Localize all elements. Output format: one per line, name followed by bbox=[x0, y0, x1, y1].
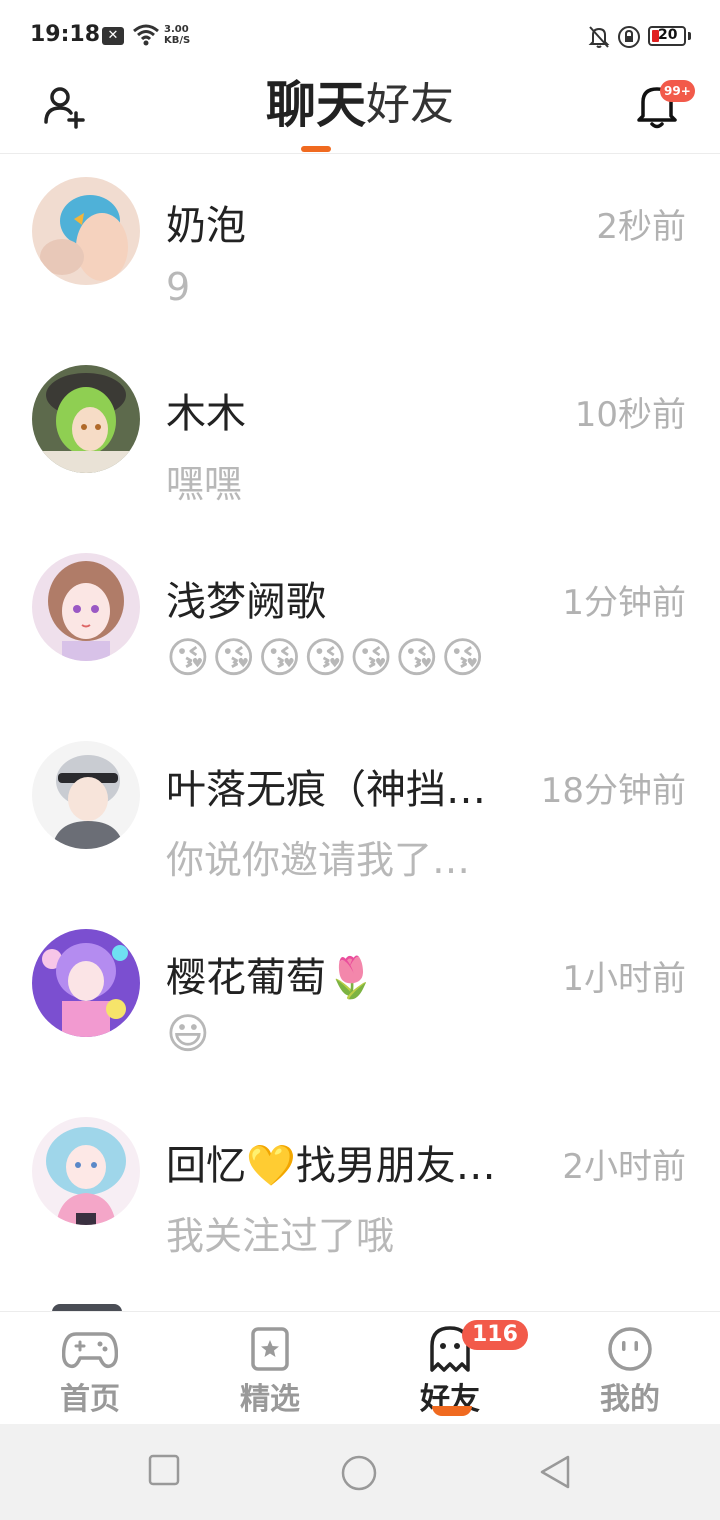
chat-last-message: 😘😘😘😘😘😘😘 bbox=[166, 633, 487, 682]
avatar bbox=[32, 741, 140, 849]
mute-bell-icon bbox=[588, 26, 610, 48]
chat-time: 18分钟前 bbox=[540, 771, 686, 811]
smiley-icon bbox=[608, 1327, 652, 1371]
chat-time: 1分钟前 bbox=[562, 583, 686, 623]
chat-list-item[interactable]: 奶泡 2秒前 9 bbox=[0, 155, 720, 343]
back-triangle-icon[interactable] bbox=[538, 1454, 572, 1490]
rotation-lock-icon bbox=[618, 26, 640, 48]
header-tabs: 聊天 好友 bbox=[0, 72, 720, 154]
wifi-icon bbox=[133, 24, 159, 46]
chat-last-message: 嘿嘿 bbox=[166, 462, 243, 506]
nav-me-label: 我的 bbox=[600, 1382, 660, 1417]
chat-name: 叶落无痕（神挡… bbox=[166, 767, 486, 813]
nav-home-label: 首页 bbox=[60, 1382, 120, 1417]
nav-featured[interactable]: 精选 bbox=[180, 1312, 360, 1425]
network-speed-value: 3.00 bbox=[164, 24, 189, 35]
chat-name: 浅梦阙歌 bbox=[166, 579, 326, 625]
home-circle-icon[interactable] bbox=[340, 1454, 378, 1492]
network-speed: 3.00 KB/S bbox=[164, 24, 190, 46]
status-time: 19:18 bbox=[30, 22, 101, 47]
recent-apps-icon[interactable] bbox=[148, 1454, 180, 1486]
chat-name: 木木 bbox=[166, 391, 246, 437]
chat-last-message: 9 bbox=[166, 265, 191, 309]
bottom-nav: 首页 精选 好友 116 我的 bbox=[0, 1311, 720, 1424]
network-speed-unit: KB/S bbox=[164, 35, 191, 46]
gamepad-icon bbox=[62, 1332, 118, 1369]
chat-list-item[interactable]: 浅梦阙歌 1分钟前 😘😘😘😘😘😘😘 bbox=[0, 531, 720, 719]
friends-unread-badge: 116 bbox=[462, 1320, 528, 1350]
chat-name: 回忆💛找男朋友… bbox=[166, 1143, 496, 1189]
chat-name: 樱花葡萄🌷 bbox=[166, 955, 376, 1001]
app-screen: 19:18 ✕ 3.00 KB/S 20 聊天 好友 99+ 奶泡 2秒前 9 … bbox=[0, 0, 720, 1520]
chat-list-item[interactable]: 回忆💛找男朋友… 2小时前 我关注过了哦 bbox=[0, 1095, 720, 1283]
avatar bbox=[32, 177, 140, 285]
avatar bbox=[32, 553, 140, 661]
star-card-icon bbox=[251, 1327, 289, 1371]
nav-active-indicator bbox=[432, 1406, 472, 1416]
avatar bbox=[32, 929, 140, 1037]
status-bar: 19:18 ✕ 3.00 KB/S 20 bbox=[0, 0, 720, 72]
chat-list-item[interactable]: 木木 10秒前 嘿嘿 bbox=[0, 343, 720, 531]
chat-time: 2小时前 bbox=[562, 1147, 686, 1187]
battery-tip bbox=[688, 32, 691, 40]
nav-me[interactable]: 我的 bbox=[540, 1312, 720, 1425]
notification-badge: 99+ bbox=[660, 80, 695, 102]
top-header: 聊天 好友 99+ bbox=[0, 72, 720, 154]
nav-home[interactable]: 首页 bbox=[0, 1312, 180, 1425]
chat-list-item[interactable]: 叶落无痕（神挡… 18分钟前 你说你邀请我了… bbox=[0, 719, 720, 907]
avatar bbox=[32, 1117, 140, 1225]
tab-friends[interactable]: 好友 bbox=[366, 72, 454, 154]
chat-last-message: 😃 bbox=[166, 1009, 212, 1058]
chat-last-message: 你说你邀请我了… bbox=[166, 838, 471, 882]
tab-active-indicator bbox=[301, 146, 331, 152]
avatar bbox=[32, 365, 140, 473]
battery-icon: 20 bbox=[648, 26, 686, 46]
chat-last-message: 我关注过了哦 bbox=[166, 1214, 395, 1258]
chat-name: 奶泡 bbox=[166, 203, 246, 249]
tab-chat-label: 聊天 bbox=[266, 76, 366, 134]
system-nav-bar bbox=[0, 1424, 720, 1520]
battery-level: 20 bbox=[658, 27, 678, 43]
chat-list[interactable]: 奶泡 2秒前 9 木木 10秒前 嘿嘿 浅梦阙歌 1分钟前 😘😘😘😘😘😘😘 叶落… bbox=[0, 155, 720, 1311]
notification-icon: ✕ bbox=[102, 27, 124, 45]
chat-time: 1小时前 bbox=[562, 959, 686, 999]
chat-time: 10秒前 bbox=[574, 395, 686, 435]
chat-list-item[interactable]: 樱花葡萄🌷 1小时前 😃 bbox=[0, 907, 720, 1095]
nav-featured-label: 精选 bbox=[240, 1382, 300, 1417]
chat-time: 2秒前 bbox=[596, 207, 686, 247]
tab-friends-label: 好友 bbox=[366, 79, 454, 130]
tab-chat[interactable]: 聊天 bbox=[266, 72, 366, 154]
